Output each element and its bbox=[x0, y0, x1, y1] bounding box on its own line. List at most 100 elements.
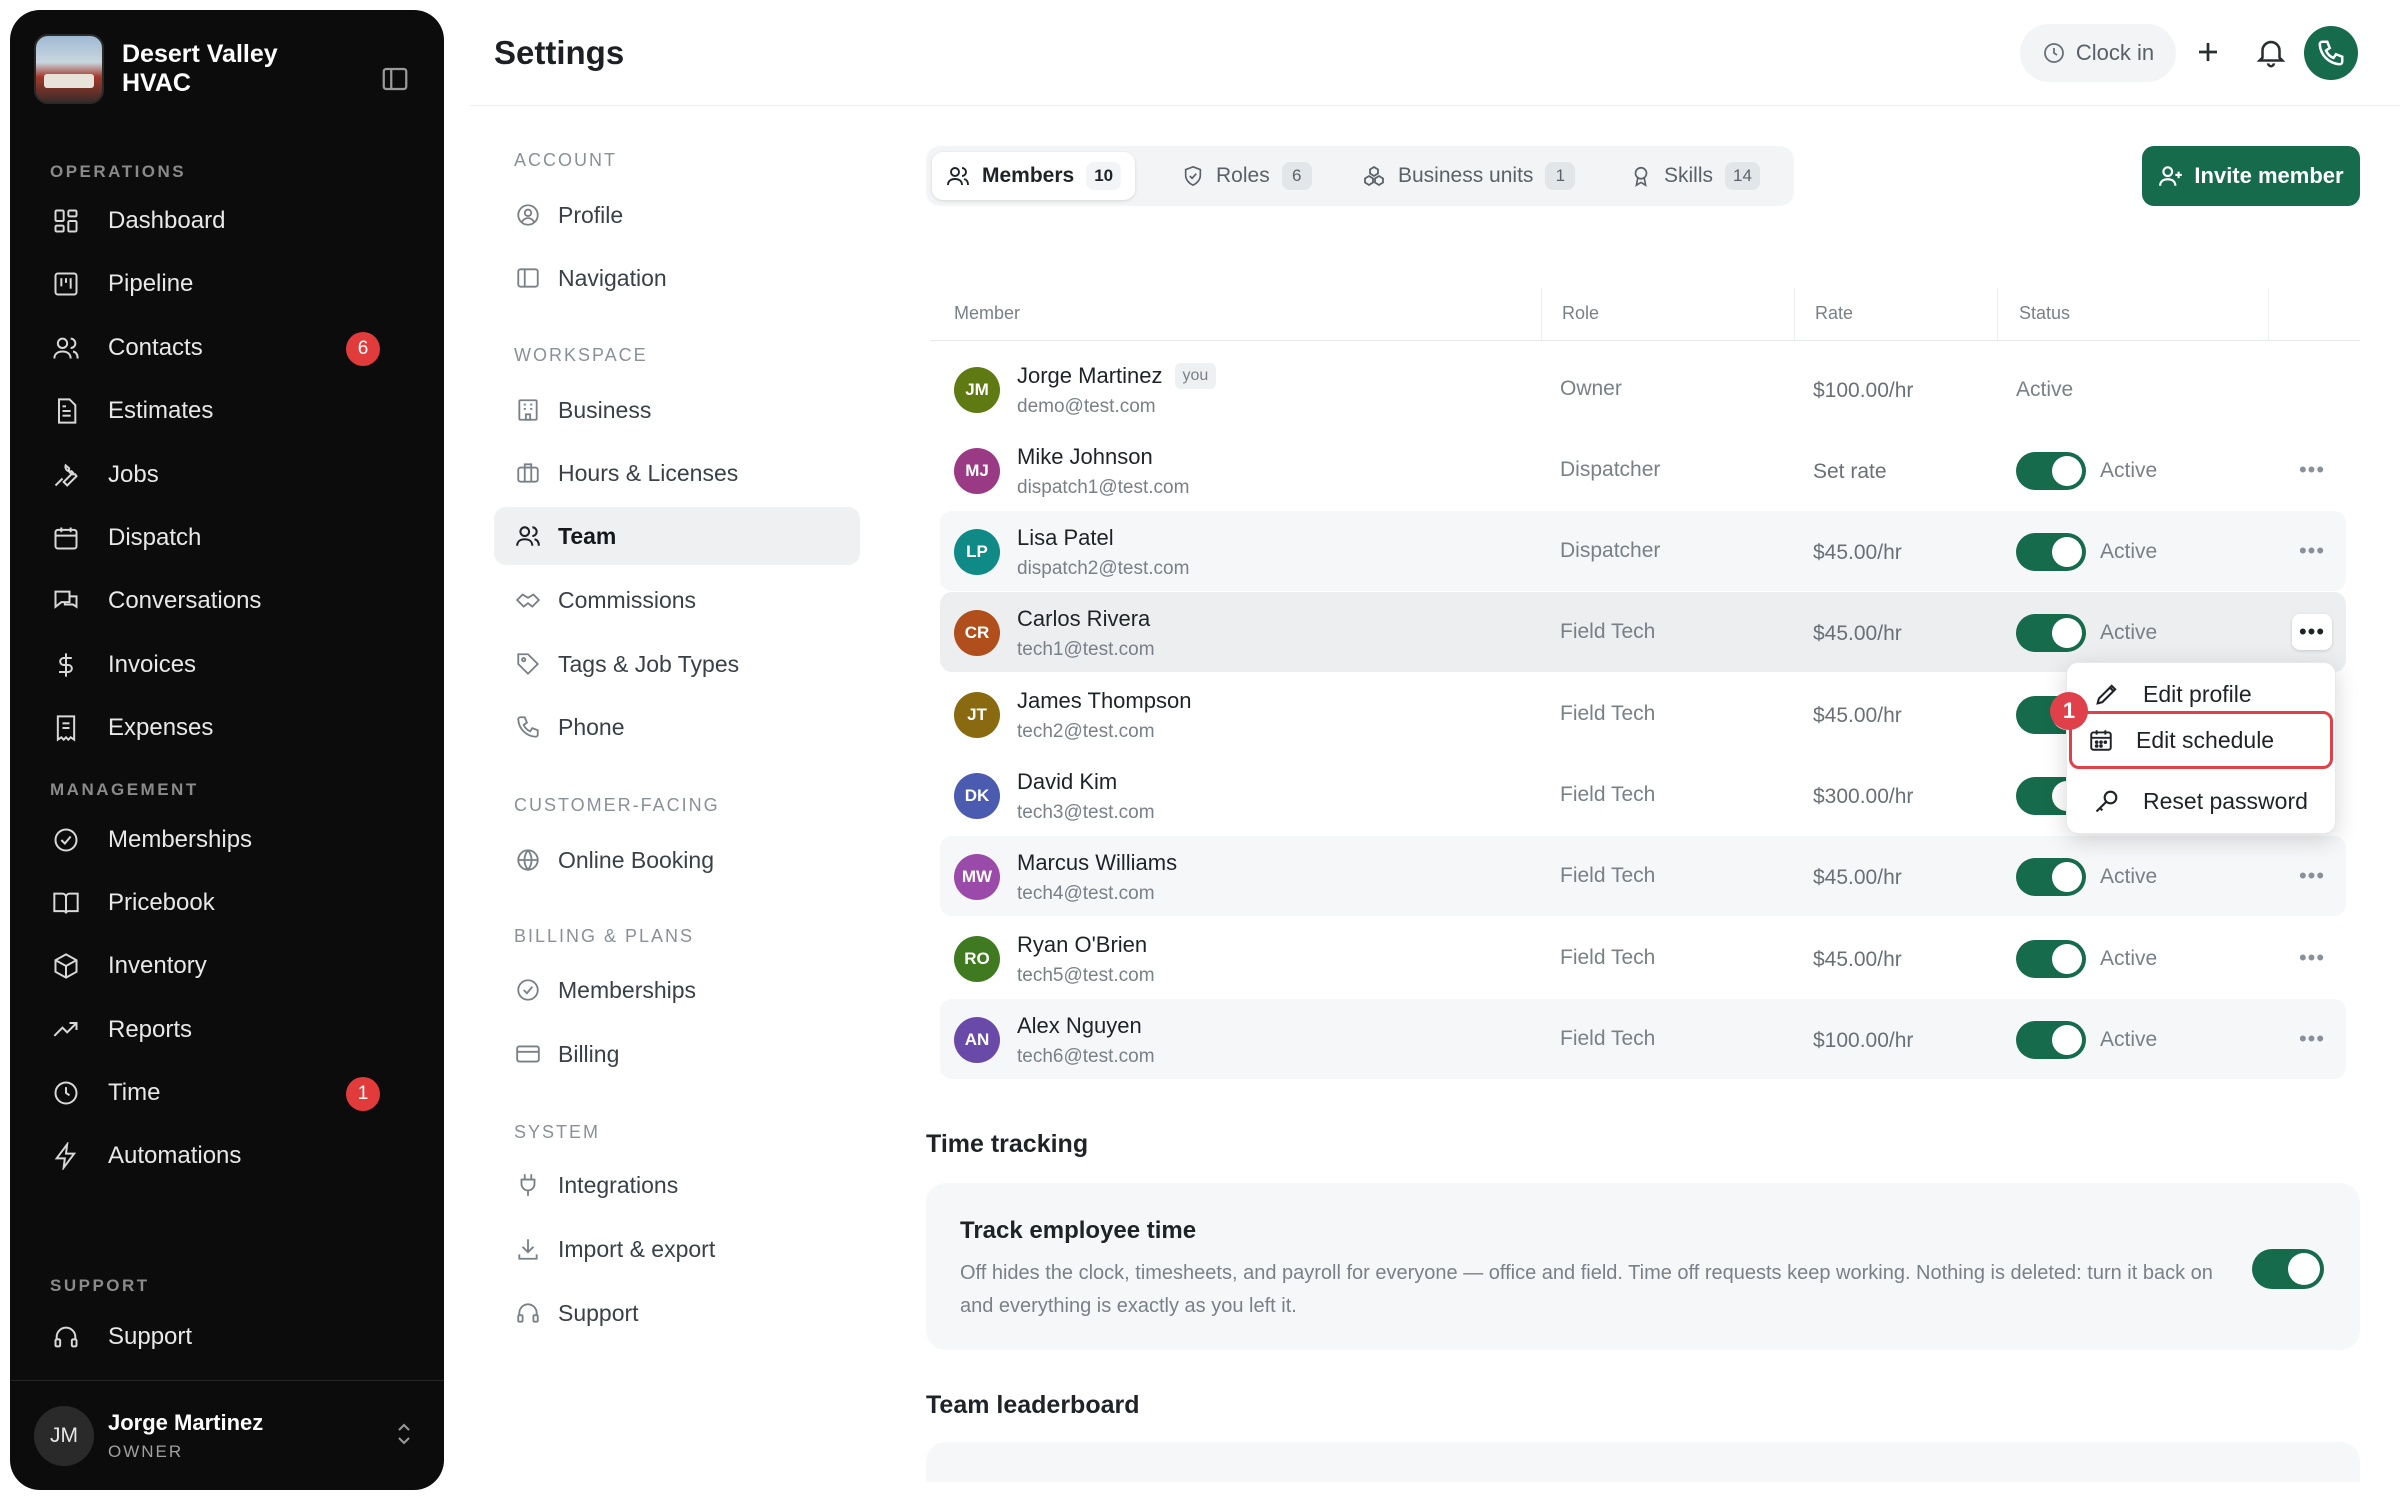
sidebar-item-dispatch[interactable]: Dispatch bbox=[50, 513, 420, 563]
invite-member-label: Invite member bbox=[2194, 163, 2344, 188]
settings-item-hours-licenses[interactable]: Hours & Licenses bbox=[494, 444, 860, 502]
settings-item-integrations[interactable]: Integrations bbox=[494, 1156, 860, 1214]
tab-roles[interactable]: Roles 6 bbox=[1168, 152, 1326, 200]
row-actions-menu: Edit profile Edit schedule Reset passwor… bbox=[2066, 662, 2336, 834]
brand[interactable]: Desert Valley HVAC bbox=[34, 34, 302, 104]
sidebar-item-label: Invoices bbox=[108, 651, 197, 678]
sidebar-item-time[interactable]: Time 1 bbox=[50, 1068, 420, 1118]
member-avatar: LP bbox=[954, 529, 1000, 575]
settings-item-tags-job-types[interactable]: Tags & Job Types bbox=[494, 635, 860, 693]
member-name: Alex Nguyen bbox=[1017, 1013, 1142, 1038]
more-actions-icon[interactable]: ••• bbox=[2292, 614, 2332, 650]
avatar: JM bbox=[34, 1405, 94, 1466]
sidebar-item-conversations[interactable]: Conversations bbox=[50, 576, 420, 626]
sidebar-item-automations[interactable]: Automations bbox=[50, 1131, 420, 1181]
track-time-toggle[interactable] bbox=[2252, 1249, 2324, 1289]
sidebar-item-invoices[interactable]: Invoices bbox=[50, 640, 420, 690]
member-avatar: MW bbox=[954, 854, 1000, 900]
member-email: dispatch2@test.com bbox=[1017, 558, 1190, 579]
sidebar-item-expenses[interactable]: Expenses bbox=[50, 703, 420, 753]
team-icon bbox=[514, 522, 542, 550]
time-tracking-card: Track employee time Off hides the clock,… bbox=[926, 1183, 2360, 1350]
active-toggle[interactable] bbox=[2016, 858, 2086, 896]
active-toggle[interactable] bbox=[2016, 1021, 2086, 1059]
units-icon bbox=[1362, 164, 1386, 188]
column-divider bbox=[2268, 288, 2269, 340]
table-row[interactable]: CR Carlos Rivera tech1@test.com Field Te… bbox=[940, 592, 2346, 672]
tab-skills[interactable]: Skills 14 bbox=[1616, 152, 1774, 200]
table-row[interactable]: LP Lisa Patel dispatch2@test.com Dispatc… bbox=[940, 511, 2346, 591]
add-icon[interactable] bbox=[2190, 34, 2226, 70]
more-actions-icon[interactable]: ••• bbox=[2292, 858, 2332, 894]
sidebar-item-contacts[interactable]: Contacts 6 bbox=[50, 323, 420, 373]
receipt-icon bbox=[50, 712, 82, 744]
settings-item-import-export[interactable]: Import & export bbox=[494, 1220, 860, 1278]
sidebar-layout-icon bbox=[514, 264, 542, 292]
settings-item-label: Business bbox=[558, 396, 652, 423]
sidebar-item-memberships[interactable]: Memberships bbox=[50, 815, 420, 865]
tab-business-units[interactable]: Business units 1 bbox=[1348, 152, 1589, 200]
settings-item-navigation[interactable]: Navigation bbox=[494, 249, 860, 307]
settings-item-profile[interactable]: Profile bbox=[494, 186, 860, 244]
settings-item-memberships[interactable]: Memberships bbox=[494, 961, 860, 1019]
table-row[interactable]: MJ Mike Johnson dispatch1@test.com Dispa… bbox=[940, 430, 2346, 510]
bell-icon[interactable] bbox=[2254, 34, 2288, 70]
sidebar-item-support[interactable]: Support bbox=[50, 1312, 420, 1362]
member-rate[interactable]: Set rate bbox=[1813, 460, 1887, 484]
settings-item-label: Commissions bbox=[558, 586, 697, 613]
settings-section-billing-plans: BILLING & PLANS bbox=[514, 926, 695, 946]
pipeline-icon bbox=[50, 268, 82, 300]
more-actions-icon[interactable]: ••• bbox=[2292, 533, 2332, 569]
sidebar-item-jobs[interactable]: Jobs bbox=[50, 450, 420, 500]
settings-item-phone[interactable]: Phone bbox=[494, 698, 860, 756]
tab-label: Business units bbox=[1398, 164, 1534, 187]
settings-item-team[interactable]: Team bbox=[494, 507, 860, 565]
member-email: tech6@test.com bbox=[1017, 1046, 1155, 1067]
member-status: Active bbox=[2100, 540, 2158, 563]
table-row[interactable]: MW Marcus Williams tech4@test.com Field … bbox=[940, 836, 2346, 916]
active-toggle[interactable] bbox=[2016, 533, 2086, 571]
sidebar-item-inventory[interactable]: Inventory bbox=[50, 941, 420, 991]
settings-item-billing[interactable]: Billing bbox=[494, 1025, 860, 1083]
more-actions-icon[interactable]: ••• bbox=[2292, 940, 2332, 976]
tab-members[interactable]: Members 10 bbox=[932, 152, 1136, 200]
menu-item-reset-password[interactable]: Reset password bbox=[2077, 778, 2327, 824]
sidebar-collapse-icon[interactable] bbox=[380, 64, 410, 94]
settings-item-label: Tags & Job Types bbox=[558, 650, 740, 677]
member-avatar: RO bbox=[954, 936, 1000, 982]
dollar-icon bbox=[50, 649, 82, 681]
sidebar-item-estimates[interactable]: Estimates bbox=[50, 386, 420, 436]
sidebar-item-pipeline[interactable]: Pipeline bbox=[50, 259, 420, 309]
clock-icon bbox=[2043, 43, 2064, 63]
member-status: Active bbox=[2100, 947, 2158, 970]
active-toggle[interactable] bbox=[2016, 940, 2086, 978]
table-row[interactable]: RO Ryan O'Brien tech5@test.com Field Tec… bbox=[940, 918, 2346, 998]
sidebar-item-reports[interactable]: Reports bbox=[50, 1005, 420, 1055]
clock-in-button[interactable]: Clock in bbox=[2020, 24, 2176, 82]
more-actions-icon[interactable]: ••• bbox=[2292, 452, 2332, 488]
settings-item-commissions[interactable]: Commissions bbox=[494, 571, 860, 629]
sidebar: Desert Valley HVAC OPERATIONS Dashboard … bbox=[10, 10, 444, 1490]
active-toggle[interactable] bbox=[2016, 614, 2086, 652]
table-row[interactable]: JM Jorge Martinez you demo@test.com Owner… bbox=[940, 349, 2346, 429]
active-toggle[interactable] bbox=[2016, 452, 2086, 490]
user-plus-icon bbox=[2159, 166, 2183, 186]
invite-member-button[interactable]: Invite member bbox=[2142, 146, 2360, 206]
table-row[interactable]: AN Alex Nguyen tech6@test.com Field Tech… bbox=[940, 999, 2346, 1079]
member-rate: $45.00/hr bbox=[1813, 948, 1902, 971]
tab-label: Members bbox=[982, 164, 1075, 187]
settings-section-customer-facing: CUSTOMER-FACING bbox=[514, 795, 720, 815]
settings-item-support[interactable]: Support bbox=[494, 1284, 860, 1342]
sidebar-item-pricebook[interactable]: Pricebook bbox=[50, 878, 420, 928]
sidebar-item-dashboard[interactable]: Dashboard bbox=[50, 196, 420, 246]
phone-button[interactable] bbox=[2304, 26, 2358, 80]
company-logo bbox=[34, 34, 104, 104]
settings-item-online-booking[interactable]: Online Booking bbox=[494, 831, 860, 889]
member-email: demo@test.com bbox=[1017, 396, 1156, 417]
section-operations: OPERATIONS bbox=[50, 162, 187, 181]
contacts-count-badge: 6 bbox=[346, 332, 380, 366]
menu-item-edit-schedule[interactable]: Edit schedule bbox=[2069, 711, 2333, 769]
settings-item-business[interactable]: Business bbox=[494, 381, 860, 439]
more-actions-icon[interactable]: ••• bbox=[2292, 1021, 2332, 1057]
user-menu[interactable]: JM Jorge Martinez OWNER bbox=[10, 1380, 444, 1490]
